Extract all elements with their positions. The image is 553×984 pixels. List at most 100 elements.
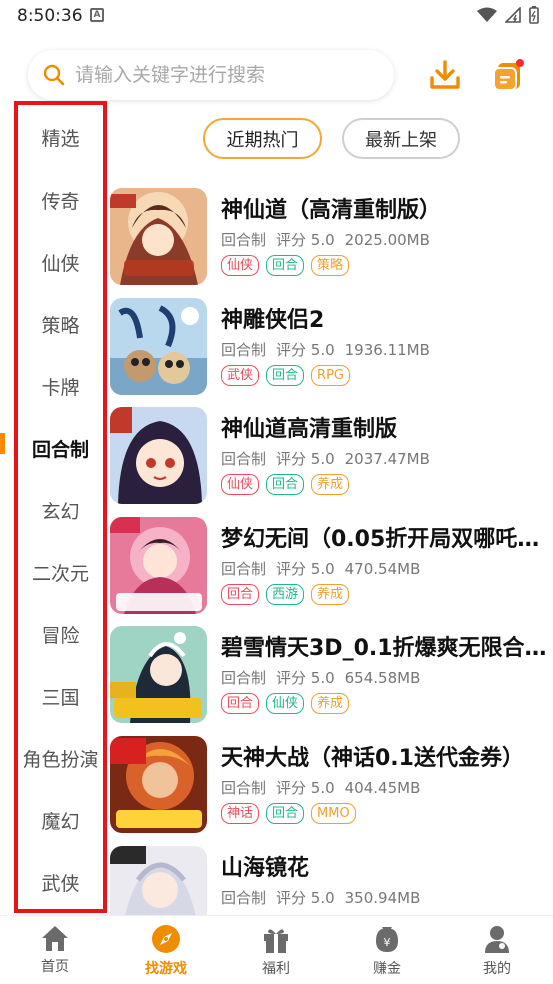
game-tag: 回合: [266, 255, 305, 276]
tab-recent-hot[interactable]: 近期热门: [203, 118, 322, 159]
game-list-item[interactable]: 神仙道高清重制版 回合制 评分 5.0 2037.47MB 仙侠 回合 养成: [110, 407, 553, 507]
game-rating: 评分 5.0: [276, 669, 335, 687]
search-input[interactable]: [75, 64, 365, 86]
game-list-item[interactable]: 碧雪情天3D_0.1折爆爽无限合… 回合制 评分 5.0 654.58MB 回合 仙…: [110, 626, 553, 726]
game-title: 天神大战（神话0.1送代金券）: [221, 746, 524, 771]
category-magic[interactable]: 魔幻: [18, 807, 103, 834]
game-tags: 武侠 回合 RPG: [221, 365, 350, 386]
game-tag: RPG: [311, 365, 350, 386]
game-list-item[interactable]: 神仙道（高清重制版） 回合制 评分 5.0 2025.00MB 仙侠 回合 策略: [110, 188, 553, 288]
category-card[interactable]: 卡牌: [18, 373, 103, 400]
game-tag: 回合: [266, 365, 305, 386]
category-three-kingdoms[interactable]: 三国: [18, 683, 103, 710]
game-tag: 西游: [266, 584, 305, 605]
category-legend[interactable]: 传奇: [18, 187, 103, 214]
game-size: 2025.00MB: [344, 231, 430, 249]
game-tags: 仙侠 回合 策略: [221, 255, 350, 276]
game-rating: 评分 5.0: [276, 450, 335, 468]
home-icon: [42, 926, 68, 951]
game-size: 654.58MB: [344, 669, 421, 687]
game-thumbnail: [110, 188, 207, 285]
game-tag: 仙侠: [266, 693, 305, 714]
game-rating: 评分 5.0: [276, 779, 335, 797]
status-bar: 8:50:36 A: [0, 0, 553, 34]
game-list-item[interactable]: 神雕侠侣2 回合制 评分 5.0 1936.11MB 武侠 回合 RPG: [110, 298, 553, 398]
game-meta: 回合制 评分 5.0 404.45MB: [221, 777, 430, 798]
category-fantasy[interactable]: 玄幻: [18, 497, 103, 524]
category-wuxia[interactable]: 武侠: [18, 869, 103, 896]
game-meta: 回合制 评分 5.0 2037.47MB: [221, 448, 440, 469]
game-meta: 回合制 评分 5.0 1936.11MB: [221, 339, 440, 360]
download-button[interactable]: [428, 60, 462, 90]
wifi-icon: [477, 7, 497, 22]
game-meta: 回合制 评分 5.0 350.94MB: [221, 887, 430, 908]
game-type: 回合制: [221, 231, 267, 249]
battery-icon: [529, 6, 539, 24]
game-title: 神仙道高清重制版: [221, 417, 398, 442]
game-rating: 评分 5.0: [276, 341, 335, 359]
game-meta: 回合制 评分 5.0 2025.00MB: [221, 229, 440, 250]
gift-icon: [264, 929, 288, 953]
unread-dot: [516, 59, 524, 67]
game-tags: 神话 回合 MMO: [221, 803, 356, 824]
tab-new-release[interactable]: 最新上架: [342, 118, 460, 159]
game-title: 碧雪情天3D_0.1折爆爽无限合…: [221, 636, 547, 661]
game-list-item[interactable]: 梦幻无间（0.05折开局双哪吒… 回合制 评分 5.0 470.54MB 回合 西游…: [110, 517, 553, 617]
game-list-item[interactable]: 天神大战（神话0.1送代金券） 回合制 评分 5.0 404.45MB 神话 回合 …: [110, 736, 553, 836]
game-thumbnail: [110, 846, 207, 915]
notification-icon: A: [90, 8, 104, 22]
category-turn-based[interactable]: 回合制: [18, 435, 103, 462]
category-adventure[interactable]: 冒险: [18, 621, 103, 648]
game-tag: MMO: [311, 803, 356, 824]
search-icon: [43, 64, 65, 86]
category-strategy[interactable]: 策略: [18, 311, 103, 338]
user-icon: [485, 926, 509, 953]
nav-earn[interactable]: ¥ 赚金: [347, 924, 427, 978]
message-button[interactable]: [492, 59, 526, 92]
nav-welfare-label: 福利: [262, 961, 290, 977]
game-type: 回合制: [221, 669, 267, 687]
game-tag: 回合: [221, 584, 260, 605]
active-category-marker: [0, 433, 5, 454]
game-thumbnail: [110, 298, 207, 395]
status-icons: [477, 6, 539, 24]
category-featured[interactable]: 精选: [18, 124, 103, 151]
game-tag: 养成: [311, 584, 350, 605]
nav-welfare[interactable]: 福利: [236, 924, 316, 978]
game-tag: 策略: [311, 255, 350, 276]
category-anime[interactable]: 二次元: [18, 559, 103, 586]
game-rating: 评分 5.0: [276, 560, 335, 578]
search-bar[interactable]: [28, 50, 394, 100]
category-rpg[interactable]: 角色扮演: [12, 745, 109, 772]
game-size: 350.94MB: [344, 889, 421, 907]
nav-home[interactable]: 首页: [15, 924, 95, 976]
coin-icon: ¥: [376, 927, 398, 952]
nav-mine[interactable]: 我的: [457, 924, 537, 978]
game-type: 回合制: [221, 450, 267, 468]
game-tag: 回合: [221, 693, 260, 714]
nav-find-games[interactable]: 找游戏: [126, 924, 206, 978]
category-sidebar: 精选 传奇 仙侠 策略 卡牌 回合制 玄幻 二次元 冒险 三国 角色扮演 魔幻 …: [14, 101, 107, 913]
game-tag: 养成: [311, 474, 350, 495]
game-title: 神仙道（高清重制版）: [221, 198, 442, 223]
category-xianxia[interactable]: 仙侠: [18, 249, 103, 276]
game-tag: 回合: [266, 803, 305, 824]
nav-earn-label: 赚金: [373, 961, 401, 977]
game-type: 回合制: [221, 889, 267, 907]
bottom-navigation: 首页 找游戏 福利 ¥ 赚金 我的: [0, 915, 553, 984]
game-thumbnail: [110, 407, 207, 504]
game-tag: 仙侠: [221, 255, 260, 276]
game-size: 1936.11MB: [344, 341, 430, 359]
game-tag: 武侠: [221, 365, 260, 386]
game-tags: 仙侠 回合 养成: [221, 474, 350, 495]
game-list-item[interactable]: 山海镜花 回合制 评分 5.0 350.94MB: [110, 846, 553, 915]
game-type: 回合制: [221, 341, 267, 359]
nav-mine-label: 我的: [483, 961, 511, 977]
game-title: 神雕侠侣2: [221, 308, 325, 333]
game-tags: 回合 仙侠 养成: [221, 693, 350, 714]
game-meta: 回合制 评分 5.0 470.54MB: [221, 558, 430, 579]
game-type: 回合制: [221, 779, 267, 797]
game-size: 2037.47MB: [344, 450, 430, 468]
game-rating: 评分 5.0: [276, 231, 335, 249]
download-icon: [430, 60, 460, 89]
